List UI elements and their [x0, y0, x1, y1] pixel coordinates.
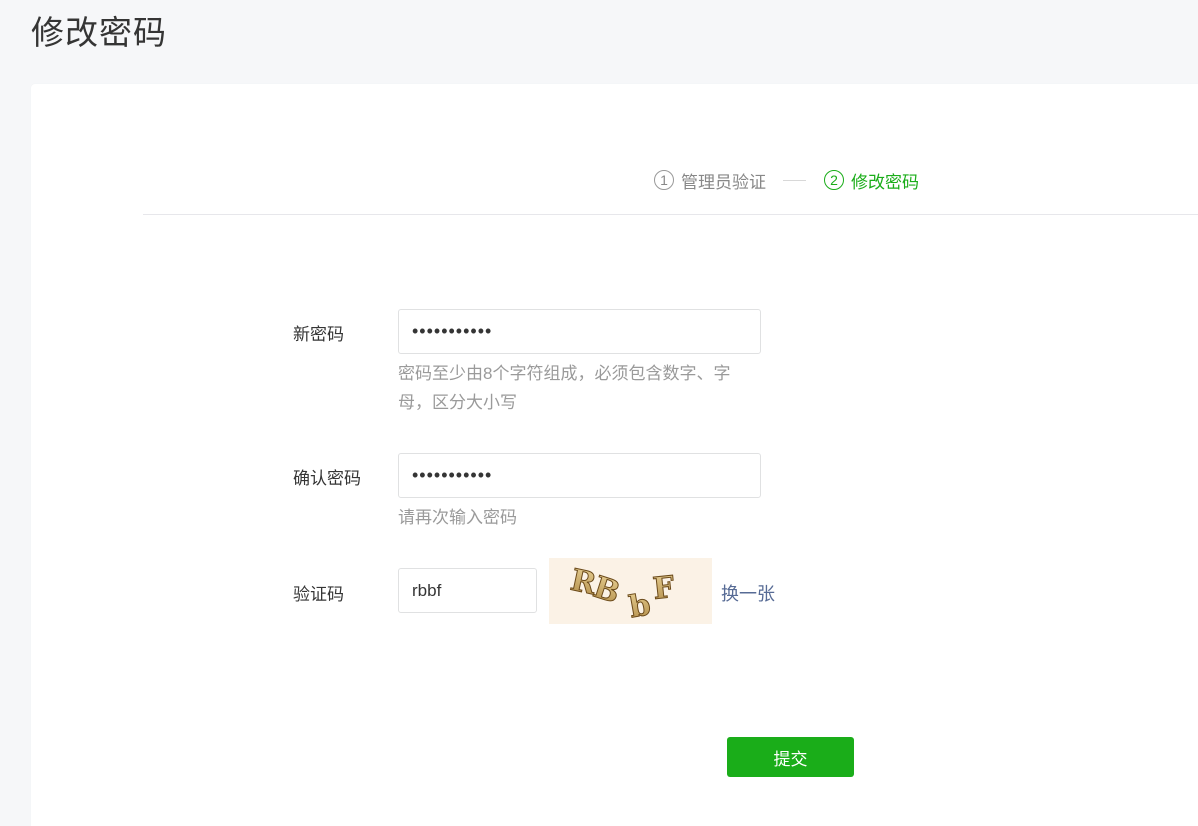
captcha-input[interactable] — [398, 568, 537, 613]
step-number-2: 2 — [824, 170, 844, 190]
new-password-input[interactable] — [398, 309, 761, 354]
new-password-label: 新密码 — [293, 325, 344, 344]
step-number-1: 1 — [654, 170, 674, 190]
step-admin-verify: 1 管理员验证 — [654, 168, 766, 193]
step-change-password: 2 修改密码 — [824, 168, 919, 193]
step-separator — [783, 179, 806, 181]
captcha-char-4: F — [651, 570, 676, 607]
header-divider — [143, 214, 1198, 215]
step-label-1: 管理员验证 — [681, 172, 766, 192]
confirm-password-label: 确认密码 — [293, 469, 361, 488]
step-label-2: 修改密码 — [851, 172, 919, 192]
captcha-image[interactable]: R B b F — [549, 558, 712, 626]
refresh-captcha-link[interactable]: 换一张 — [721, 580, 775, 606]
captcha-label: 验证码 — [293, 585, 344, 604]
captcha-glyphs: R B b F — [567, 562, 677, 626]
confirm-password-input[interactable] — [398, 453, 761, 498]
step-indicator: 1 管理员验证 2 修改密码 — [654, 167, 919, 193]
new-password-hint: 密码至少由8个字符组成，必须包含数字、字母，区分大小写 — [398, 364, 731, 412]
page-title: 修改密码 — [31, 14, 167, 51]
submit-button[interactable]: 提交 — [727, 737, 854, 777]
captcha-char-3: b — [627, 587, 654, 624]
confirm-password-hint: 请再次输入密码 — [398, 508, 517, 527]
